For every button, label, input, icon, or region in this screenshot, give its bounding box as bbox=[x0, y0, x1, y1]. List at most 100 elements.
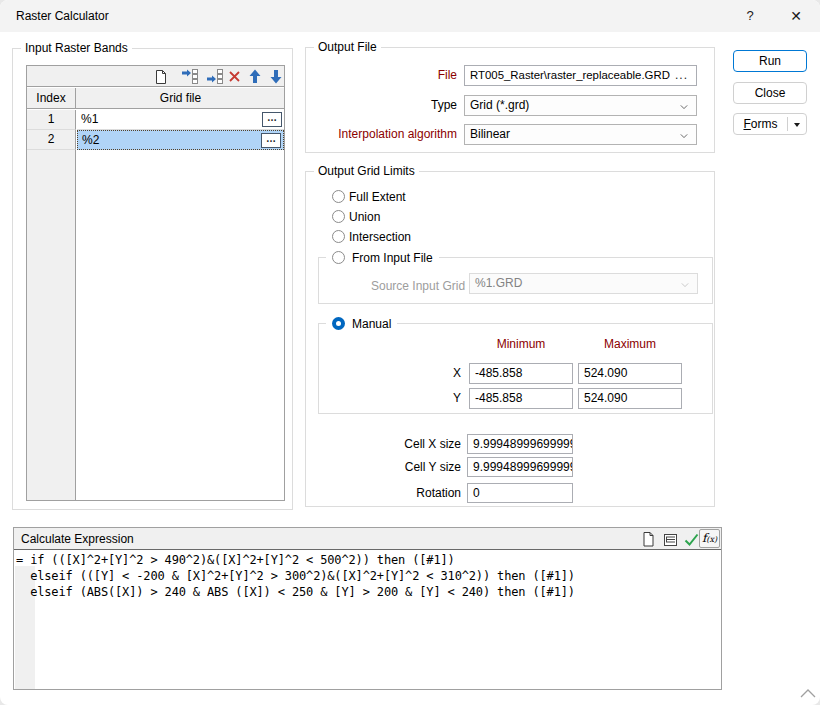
grid-file-value: %2 bbox=[82, 131, 99, 150]
full-extent-label: Full Extent bbox=[349, 190, 406, 204]
x-minimum-value: -485.858 bbox=[475, 364, 522, 382]
forms-button-label: Forms bbox=[734, 114, 787, 134]
expression-code[interactable]: = if (([X]^2+[Y]^2 > 490^2)&([X]^2+[Y]^2… bbox=[16, 552, 721, 600]
new-expression-icon[interactable] bbox=[640, 531, 657, 548]
intersection-radio[interactable] bbox=[332, 230, 345, 243]
union-radio[interactable] bbox=[332, 210, 345, 223]
expression-header: Calculate Expression f(x) bbox=[14, 528, 721, 550]
resize-grip-icon[interactable] bbox=[799, 686, 817, 699]
union-label: Union bbox=[349, 210, 380, 224]
move-down-icon[interactable] bbox=[267, 68, 284, 85]
y-minimum-field[interactable]: -485.858 bbox=[469, 388, 573, 409]
type-label: Type bbox=[316, 98, 457, 113]
new-document-icon[interactable] bbox=[152, 68, 169, 85]
x-label: X bbox=[421, 366, 461, 381]
column-header-grid-file: Grid file bbox=[77, 88, 284, 109]
calculate-expression-label: Calculate Expression bbox=[21, 528, 134, 550]
fx-function-icon[interactable]: f(x) bbox=[699, 529, 720, 548]
grid-file-cell[interactable]: %2 … bbox=[77, 130, 284, 150]
output-file-group: Output File File RT005_Raster\raster_rep… bbox=[305, 47, 715, 153]
browse-button[interactable]: … bbox=[261, 133, 281, 148]
y-maximum-value: 524.090 bbox=[584, 389, 627, 407]
close-window-button[interactable]: ✕ bbox=[781, 0, 811, 32]
type-dropdown[interactable]: Grid (*.grd) bbox=[464, 95, 697, 116]
source-input-grid-label: Source Input Grid bbox=[371, 279, 461, 294]
chevron-down-icon bbox=[680, 132, 688, 140]
maximum-header: Maximum bbox=[578, 337, 682, 352]
row-index: 1 bbox=[27, 110, 76, 130]
minimum-header: Minimum bbox=[469, 337, 573, 352]
from-input-file-option[interactable]: From Input File bbox=[326, 250, 439, 266]
type-value: Grid (*.grd) bbox=[470, 96, 529, 114]
raster-bands-table: Index Grid file 1 %1 … 2 %2 … bbox=[26, 65, 285, 501]
interpolation-algorithm-dropdown[interactable]: Bilinear bbox=[464, 124, 697, 145]
x-maximum-value: 524.090 bbox=[584, 364, 627, 382]
source-input-grid-value: %1.GRD bbox=[475, 274, 522, 292]
cell-x-size-value: 9.999489996999999 bbox=[473, 435, 573, 453]
manual-radio[interactable] bbox=[332, 317, 345, 330]
cell-x-size-label: Cell X size bbox=[371, 437, 461, 452]
from-input-file-radio[interactable] bbox=[332, 251, 345, 264]
table-row[interactable]: 1 %1 … bbox=[27, 110, 284, 130]
function-list-icon[interactable] bbox=[662, 531, 679, 548]
y-maximum-field[interactable]: 524.090 bbox=[578, 388, 682, 409]
manual-label: Manual bbox=[352, 317, 391, 331]
file-browse-button[interactable]: ... bbox=[675, 66, 688, 84]
close-button[interactable]: Close bbox=[733, 82, 807, 104]
source-input-grid-dropdown: %1.GRD bbox=[469, 273, 698, 294]
expression-editor[interactable]: = if (([X]^2+[Y]^2 > 490^2)&([X]^2+[Y]^2… bbox=[14, 551, 721, 689]
output-file-field[interactable]: RT005_Raster\raster_replaceable.GRD ... bbox=[464, 65, 697, 86]
x-maximum-field[interactable]: 524.090 bbox=[578, 363, 682, 384]
column-header-index: Index bbox=[27, 88, 76, 109]
table-toolbar bbox=[27, 66, 284, 87]
table-header: Index Grid file bbox=[27, 88, 284, 109]
intersection-label: Intersection bbox=[349, 230, 411, 244]
help-button[interactable]: ? bbox=[735, 0, 765, 32]
table-row-selected[interactable]: 2 %2 … bbox=[27, 130, 284, 150]
window-title: Raster Calculator bbox=[16, 0, 109, 32]
output-grid-limits-group: Output Grid Limits Full Extent Union Int… bbox=[305, 171, 715, 507]
expression-line: elseif (([Y] < -200 & [X]^2+[Y]^2 > 300^… bbox=[16, 568, 721, 584]
browse-button[interactable]: … bbox=[262, 112, 282, 127]
move-up-icon[interactable] bbox=[246, 68, 263, 85]
output-file-label: Output File bbox=[314, 40, 381, 54]
expression-line: = if (([X]^2+[Y]^2 > 490^2)&([X]^2+[Y]^2… bbox=[16, 552, 721, 568]
input-raster-bands-label: Input Raster Bands bbox=[21, 41, 132, 55]
full-extent-radio[interactable] bbox=[332, 190, 345, 203]
run-button[interactable]: Run bbox=[733, 50, 807, 72]
from-input-file-label: From Input File bbox=[352, 251, 433, 265]
interpolation-value: Bilinear bbox=[470, 125, 510, 143]
y-minimum-value: -485.858 bbox=[475, 389, 522, 407]
manual-option[interactable]: Manual bbox=[326, 316, 397, 332]
rotation-field[interactable]: 0 bbox=[467, 483, 573, 503]
rotation-label: Rotation bbox=[371, 486, 461, 501]
forms-button[interactable]: Forms bbox=[733, 113, 807, 135]
file-label: File bbox=[316, 68, 457, 83]
x-minimum-field[interactable]: -485.858 bbox=[469, 363, 573, 384]
rotation-value: 0 bbox=[473, 484, 480, 502]
input-raster-bands-group: Input Raster Bands bbox=[12, 48, 293, 510]
raster-calculator-dialog: Raster Calculator ? ✕ Input Raster Bands bbox=[0, 0, 820, 705]
title-bar[interactable]: Raster Calculator ? ✕ bbox=[0, 0, 820, 32]
validate-check-icon[interactable] bbox=[683, 531, 700, 548]
forms-button-separator bbox=[787, 117, 788, 131]
grid-file-cell[interactable]: %1 … bbox=[77, 110, 284, 130]
expression-line: elseif (ABS([X]) > 240 & ABS ([X]) < 250… bbox=[16, 584, 721, 600]
output-grid-limits-label: Output Grid Limits bbox=[314, 164, 419, 178]
cell-y-size-label: Cell Y size bbox=[371, 460, 461, 475]
row-index: 2 bbox=[27, 130, 76, 150]
grid-file-value: %1 bbox=[81, 110, 98, 129]
index-column-filler bbox=[27, 150, 76, 500]
insert-row-below-icon[interactable] bbox=[206, 68, 223, 85]
insert-row-above-icon[interactable] bbox=[181, 68, 198, 85]
chevron-down-icon bbox=[681, 281, 689, 289]
chevron-down-icon bbox=[680, 103, 688, 111]
output-file-value: RT005_Raster\raster_replaceable.GRD bbox=[470, 66, 670, 84]
delete-row-icon[interactable] bbox=[226, 68, 243, 85]
cell-y-size-field[interactable]: 9.999489996999999 bbox=[467, 457, 573, 477]
calculate-expression-group: Calculate Expression f(x) = if (([X]^2+[… bbox=[13, 527, 722, 690]
cell-x-size-field[interactable]: 9.999489996999999 bbox=[467, 434, 573, 454]
cell-y-size-value: 9.999489996999999 bbox=[473, 458, 573, 476]
forms-dropdown-caret-icon[interactable] bbox=[794, 123, 800, 127]
interpolation-algorithm-label: Interpolation algorithm bbox=[316, 127, 457, 142]
